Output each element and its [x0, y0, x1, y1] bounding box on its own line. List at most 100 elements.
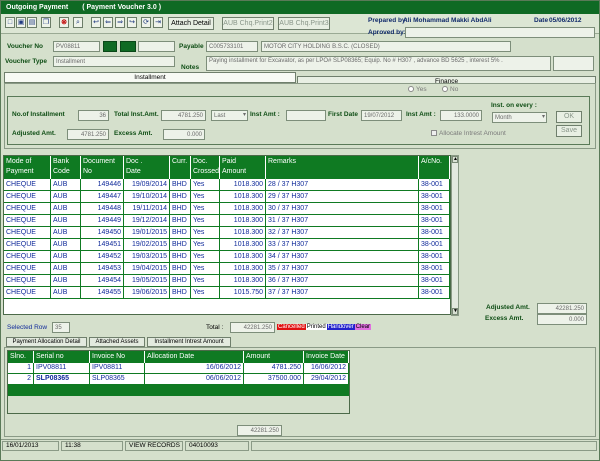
- cell-slno[interactable]: 1: [8, 363, 34, 373]
- col-header-allocation-date[interactable]: Allocation Date: [145, 351, 244, 363]
- cell-mode[interactable]: CHEQUE: [4, 203, 51, 214]
- table-row[interactable]: 1 IPV08811 IPV08811 16/06/2012 4781.250 16/06…: [8, 363, 349, 374]
- cell-bank-code[interactable]: AUB: [51, 287, 81, 298]
- next-icon[interactable]: ⇒: [115, 17, 125, 28]
- cell-doc-crossed[interactable]: Yes: [191, 227, 220, 238]
- cell-paid-amount[interactable]: 1018.300: [220, 263, 266, 274]
- total-inst-amt-field[interactable]: 4781.250: [161, 110, 206, 121]
- table-row[interactable]: CHEQUE AUB 149455 19/06/2015 BHD Yes 1015.750 3…: [4, 287, 450, 299]
- cell-document-no[interactable]: 149447: [81, 191, 124, 202]
- cell-bank-code[interactable]: AUB: [51, 215, 81, 226]
- finance-no-radio[interactable]: No: [442, 86, 458, 93]
- cell-doc-crossed[interactable]: Yes: [191, 179, 220, 190]
- cell-mode[interactable]: CHEQUE: [4, 191, 51, 202]
- cell-doc-crossed[interactable]: Yes: [191, 239, 220, 250]
- cell-serial-no[interactable]: IPV08811: [34, 363, 90, 373]
- cell-doc-crossed[interactable]: Yes: [191, 251, 220, 262]
- cell-bank-code[interactable]: AUB: [51, 239, 81, 250]
- cell-account-no[interactable]: 38-001: [419, 287, 450, 298]
- grid-total-field[interactable]: 42281.250: [230, 322, 275, 333]
- cell-doc-date[interactable]: 19/12/2014: [124, 215, 170, 226]
- cell-account-no[interactable]: 38-001: [419, 179, 450, 190]
- cell-mode[interactable]: CHEQUE: [4, 227, 51, 238]
- col-header-doc-crossed[interactable]: Doc. Crossed: [191, 156, 220, 179]
- allocation-total-field[interactable]: 42281.250: [237, 425, 282, 436]
- inst-every-select[interactable]: Month ▾: [492, 112, 547, 123]
- voucher-no-field[interactable]: PV08811: [53, 41, 100, 52]
- tab-attached-assets[interactable]: Attached Assets: [89, 337, 145, 347]
- cell-serial-no[interactable]: SLP08365: [34, 374, 90, 384]
- cell-document-no[interactable]: 149448: [81, 203, 124, 214]
- scroll-down-icon[interactable]: ▼: [452, 308, 458, 315]
- cell-account-no[interactable]: 38-001: [419, 203, 450, 214]
- cell-mode[interactable]: CHEQUE: [4, 275, 51, 286]
- find-icon[interactable]: ⌕: [73, 17, 83, 28]
- cell-allocation-date[interactable]: 16/06/2012: [145, 363, 244, 373]
- cell-currency[interactable]: BHD: [170, 275, 191, 286]
- col-header-slno[interactable]: Slno.: [8, 351, 34, 363]
- cell-bank-code[interactable]: AUB: [51, 251, 81, 262]
- cell-doc-crossed[interactable]: Yes: [191, 215, 220, 226]
- finance-yes-radio[interactable]: Yes: [408, 86, 427, 93]
- inst-amt2-field[interactable]: 133.0000: [440, 110, 482, 121]
- cell-mode[interactable]: CHEQUE: [4, 215, 51, 226]
- refresh-icon[interactable]: ⟳: [141, 17, 151, 28]
- table-row[interactable]: CHEQUE AUB 149447 19/10/2014 BHD Yes 1018.300 2…: [4, 191, 450, 203]
- cell-currency[interactable]: BHD: [170, 251, 191, 262]
- attach-detail-button[interactable]: Attach Detail: [168, 17, 214, 30]
- last-icon[interactable]: ↪: [127, 17, 137, 28]
- cell-invoice-no[interactable]: IPV08811: [90, 363, 145, 373]
- previous-icon[interactable]: ⇐: [103, 17, 113, 28]
- cell-currency[interactable]: BHD: [170, 203, 191, 214]
- cell-amount[interactable]: 4781.250: [244, 363, 304, 373]
- cell-doc-date[interactable]: 19/03/2015: [124, 251, 170, 262]
- col-header-invoice-no[interactable]: Invoice No: [90, 351, 145, 363]
- cell-invoice-date[interactable]: 16/06/2012: [304, 363, 349, 373]
- new-icon[interactable]: □: [5, 17, 15, 28]
- cell-doc-date[interactable]: 19/05/2015: [124, 275, 170, 286]
- cell-remarks[interactable]: 29 / 37 H307: [266, 191, 419, 202]
- save-button[interactable]: Save: [556, 125, 582, 137]
- col-header-doc-date[interactable]: Doc . Date: [124, 156, 170, 179]
- cell-doc-date[interactable]: 19/04/2015: [124, 263, 170, 274]
- delete-icon[interactable]: ⊗: [59, 17, 69, 28]
- cell-remarks[interactable]: 31 / 37 H307: [266, 215, 419, 226]
- cell-mode[interactable]: CHEQUE: [4, 239, 51, 250]
- voucher-type-field[interactable]: Installment: [53, 56, 175, 67]
- cell-paid-amount[interactable]: 1018.300: [220, 275, 266, 286]
- cell-account-no[interactable]: 38-001: [419, 191, 450, 202]
- cell-paid-amount[interactable]: 1015.750: [220, 287, 266, 298]
- cell-document-no[interactable]: 149449: [81, 215, 124, 226]
- col-header-document[interactable]: Document No: [81, 156, 124, 179]
- cell-document-no[interactable]: 149446: [81, 179, 124, 190]
- cell-doc-date[interactable]: 19/06/2015: [124, 287, 170, 298]
- table-row[interactable]: CHEQUE AUB 149449 19/12/2014 BHD Yes 1018.300 3…: [4, 215, 450, 227]
- no-of-installment-field[interactable]: 36: [78, 110, 109, 121]
- col-header-bank[interactable]: Bank Code: [51, 156, 81, 179]
- cell-bank-code[interactable]: AUB: [51, 191, 81, 202]
- table-row[interactable]: CHEQUE AUB 149448 19/11/2014 BHD Yes 1018.300 3…: [4, 203, 450, 215]
- notes-field[interactable]: Paying installment for Excavator, as per…: [206, 56, 551, 71]
- cell-remarks[interactable]: 32 / 37 H307: [266, 227, 419, 238]
- cell-account-no[interactable]: 38-001: [419, 227, 450, 238]
- cell-currency[interactable]: BHD: [170, 263, 191, 274]
- cell-doc-crossed[interactable]: Yes: [191, 263, 220, 274]
- cell-bank-code[interactable]: AUB: [51, 227, 81, 238]
- col-header-paid-amount[interactable]: Paid Amount: [220, 156, 266, 179]
- cell-mode[interactable]: CHEQUE: [4, 263, 51, 274]
- cell-slno[interactable]: 2: [8, 374, 34, 384]
- tab-installment[interactable]: Installment: [4, 72, 296, 83]
- cell-mode[interactable]: CHEQUE: [4, 179, 51, 190]
- cell-doc-crossed[interactable]: Yes: [191, 275, 220, 286]
- cell-remarks[interactable]: 36 / 37 H307: [266, 275, 419, 286]
- cell-currency[interactable]: BHD: [170, 239, 191, 250]
- col-header-mode[interactable]: Mode of Payment: [4, 156, 51, 179]
- payable-code-field[interactable]: C005733101: [206, 41, 258, 52]
- cell-paid-amount[interactable]: 1018.300: [220, 215, 266, 226]
- cell-mode[interactable]: CHEQUE: [4, 287, 51, 298]
- total-adjusted-amt-field[interactable]: 42281.250: [537, 303, 587, 314]
- col-header-remarks[interactable]: Remarks: [266, 156, 419, 179]
- cell-remarks[interactable]: 28 / 37 H307: [266, 179, 419, 190]
- table-row[interactable]: CHEQUE AUB 149454 19/05/2015 BHD Yes 1018.300 3…: [4, 275, 450, 287]
- cell-currency[interactable]: BHD: [170, 215, 191, 226]
